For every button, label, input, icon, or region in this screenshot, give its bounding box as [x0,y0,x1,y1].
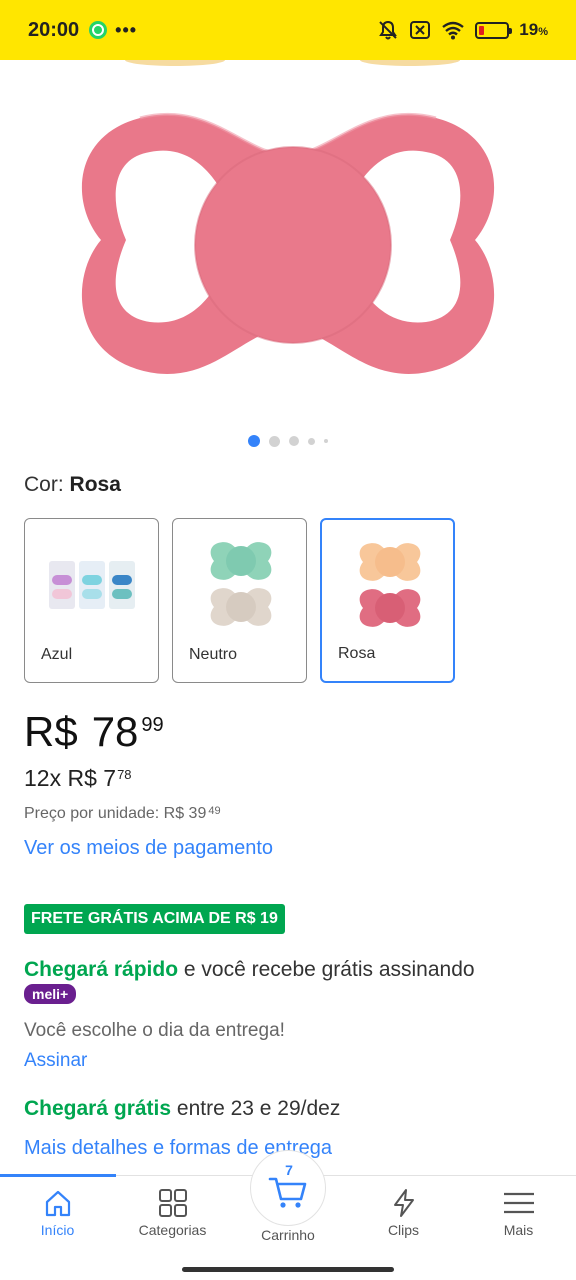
installments-cents: 78 [117,767,132,782]
image-carousel-dots[interactable] [0,435,576,447]
battery-level [479,25,485,35]
product-image[interactable] [0,54,576,420]
unit-price: Preço por unidade: R$ 39 49 [24,805,221,823]
carousel-dot[interactable] [308,437,315,445]
payment-methods-link[interactable]: Ver os meios de pagamento [24,837,273,860]
variant-azul-image [49,561,135,609]
nav-item-clips[interactable]: Clips [346,1176,461,1251]
free-shipping-badge: FRETE GRÁTIS ACIMA DE R$ 19 [24,904,285,934]
carousel-dot[interactable] [324,439,328,443]
home-icon [45,1190,70,1217]
nav-item-inicio[interactable]: Início [0,1176,115,1251]
price-cents: 99 [141,714,164,736]
fast-delivery-text: e você recebe grátis assinando [178,958,475,981]
nav-item-categorias[interactable]: Categorias [115,1176,230,1251]
nav-label-mais: Mais [503,1222,534,1238]
meli-plus-badge: meli+ [24,984,77,1004]
price-main: R$ 78 99 [24,708,164,756]
fast-delivery-highlight: Chegará rápido [24,958,179,981]
battery-icon [475,21,513,39]
variant-rosa-label: Rosa [338,645,376,662]
nav-label-categorias: Categorias [138,1222,207,1238]
unit-price-text: Preço por unidade: R$ 39 [24,805,207,822]
home-indicator[interactable] [182,1267,394,1272]
more-notifications-icon: ••• [115,19,138,40]
pacifier-image [81,54,495,374]
battery-percent-value: 19 [519,20,539,39]
whatsapp-icon [89,21,108,39]
bottom-navigation: Início Categorias 7 Carrinho Clips Mais [0,1150,576,1280]
installments: 12x R$ 7 78 [24,765,132,792]
variant-rosa-image [359,543,421,627]
menu-icon [503,1192,534,1214]
variant-rosa[interactable]: Rosa [320,518,455,683]
choose-day-text: Você escolhe o dia da entrega! [24,1020,285,1041]
battery-percent-symbol: % [538,26,548,38]
carousel-dot[interactable] [269,435,280,447]
status-bar: 20:00 ••• 19% [0,0,576,60]
nav-item-mais[interactable]: Mais [461,1176,576,1251]
variant-neutro[interactable]: Neutro [172,518,307,683]
free-delivery-dates: entre 23 e 29/dez [171,1097,341,1120]
variant-azul[interactable]: Azul [24,518,159,683]
price-integer: 78 [91,708,139,755]
unit-price-cents: 49 [208,805,221,817]
grid-icon [158,1189,187,1217]
nav-label-inicio: Início [40,1222,75,1238]
color-selected-value: Rosa [69,473,121,496]
color-variants: Azul Neutro Rosa [24,518,455,683]
battery-percent: 19% [519,20,548,40]
cart-count-badge: 7 [285,1162,293,1178]
installments-text: 12x R$ 7 [24,765,117,791]
carousel-dot[interactable] [289,436,299,446]
variant-azul-label: Azul [41,646,73,663]
mute-icon [379,20,398,40]
bolt-icon [393,1189,414,1217]
status-time: 20:00 [28,18,80,41]
subscribe-link[interactable]: Assinar [24,1050,87,1072]
free-delivery-highlight: Chegará grátis [24,1097,172,1120]
status-icons: 19% [377,19,548,41]
variant-neutro-image [210,542,272,626]
sim-x-icon [410,21,431,39]
nav-label-clips: Clips [387,1222,420,1238]
variant-neutro-label: Neutro [189,646,238,663]
nav-item-carrinho[interactable]: 7 [250,1150,326,1226]
color-title: Cor: Rosa [24,473,121,497]
wifi-icon [442,21,465,40]
fast-delivery-line: Chegará rápido e você recebe grátis assi… [24,958,475,982]
free-delivery-line: Chegará grátis entre 23 e 29/dez [24,1097,340,1121]
nav-label-carrinho: Carrinho [261,1227,315,1243]
color-label: Cor: [24,473,64,496]
carousel-dot-active[interactable] [248,435,260,447]
price-currency: R$ [24,708,78,755]
